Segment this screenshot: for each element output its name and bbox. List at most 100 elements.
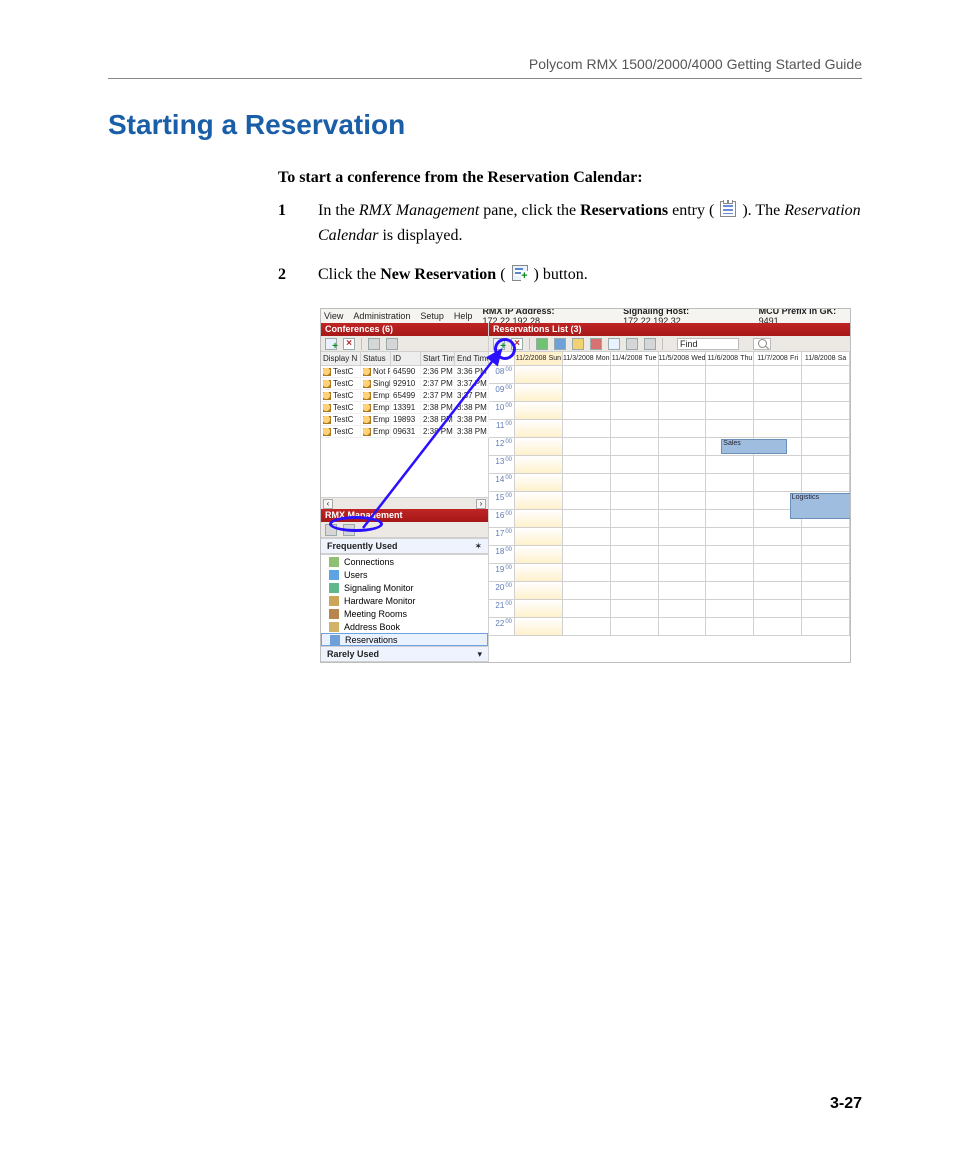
rare-used-header[interactable]: Rarely Used ▾ xyxy=(321,646,488,662)
sidebar-item-connections[interactable]: Connections xyxy=(321,555,488,568)
calendar-cell[interactable] xyxy=(754,402,802,420)
scroll-right-icon[interactable]: › xyxy=(476,499,486,509)
calendar-cell[interactable] xyxy=(659,582,707,600)
calendar-cell[interactable] xyxy=(563,438,611,456)
calendar-cell[interactable] xyxy=(802,420,850,438)
calendar-cell[interactable] xyxy=(611,384,659,402)
calendar-cell[interactable] xyxy=(611,474,659,492)
work-week-icon[interactable] xyxy=(572,338,584,350)
calendar-cell[interactable] xyxy=(515,564,563,582)
day-header[interactable]: 11/8/2008 Sa xyxy=(802,352,850,365)
col-id[interactable]: ID xyxy=(391,352,421,365)
calendar-cell[interactable] xyxy=(706,510,754,528)
calendar-cell[interactable] xyxy=(706,528,754,546)
calendar-cell[interactable] xyxy=(563,384,611,402)
calendar-cell[interactable] xyxy=(611,618,659,636)
sidebar-item-users[interactable]: Users xyxy=(321,568,488,581)
calendar-cell[interactable] xyxy=(611,528,659,546)
calendar-cell[interactable] xyxy=(611,366,659,384)
col-start[interactable]: Start Tim xyxy=(421,352,455,365)
calendar-cell[interactable] xyxy=(611,456,659,474)
menu-setup[interactable]: Setup xyxy=(420,311,444,321)
calendar-cell[interactable] xyxy=(659,420,707,438)
calendar-cell[interactable] xyxy=(563,618,611,636)
col-end[interactable]: End Time xyxy=(455,352,489,365)
sidebar-item-meeting-rooms[interactable]: Meeting Rooms xyxy=(321,607,488,620)
table-row[interactable]: TestCEmpt133912:38 PM3:38 PM xyxy=(321,402,488,414)
table-row[interactable]: TestCEmpt198932:38 PM3:38 PM xyxy=(321,414,488,426)
calendar-cell[interactable] xyxy=(706,582,754,600)
calendar-cell[interactable] xyxy=(802,582,850,600)
calendar-cell[interactable] xyxy=(515,384,563,402)
day-header[interactable]: 11/7/2008 Fri xyxy=(754,352,802,365)
calendar-cell[interactable] xyxy=(802,528,850,546)
calendar-cell[interactable] xyxy=(515,420,563,438)
calendar-cell[interactable] xyxy=(802,366,850,384)
calendar-cell[interactable] xyxy=(659,438,707,456)
new-conference-icon[interactable] xyxy=(325,338,337,350)
calendar-cell[interactable] xyxy=(563,564,611,582)
calendar-cell[interactable] xyxy=(515,510,563,528)
calendar-cell[interactable] xyxy=(563,456,611,474)
calendar-cell[interactable] xyxy=(754,474,802,492)
delete-reservation-icon[interactable] xyxy=(511,338,523,350)
toolbar-icon[interactable] xyxy=(386,338,398,350)
calendar-cell[interactable] xyxy=(611,420,659,438)
calendar-cell[interactable] xyxy=(802,402,850,420)
calendar-cell[interactable] xyxy=(754,546,802,564)
calendar-cell[interactable] xyxy=(802,564,850,582)
col-status[interactable]: Status xyxy=(361,352,391,365)
calendar-cell[interactable] xyxy=(706,600,754,618)
calendar-cell[interactable] xyxy=(802,600,850,618)
calendar-cell[interactable] xyxy=(802,546,850,564)
appointment[interactable]: Logistics xyxy=(790,493,850,519)
calendar-cell[interactable] xyxy=(611,402,659,420)
calendar-cell[interactable] xyxy=(563,492,611,510)
delete-conference-icon[interactable] xyxy=(343,338,355,350)
calendar-cell[interactable] xyxy=(659,456,707,474)
calendar-cell[interactable] xyxy=(706,456,754,474)
scroll-left-icon[interactable]: ‹ xyxy=(323,499,333,509)
calendar-cell[interactable] xyxy=(659,510,707,528)
calendar-cell[interactable] xyxy=(611,546,659,564)
calendar-cell[interactable] xyxy=(611,492,659,510)
calendar-cell[interactable] xyxy=(706,618,754,636)
calendar-cell[interactable] xyxy=(515,402,563,420)
table-row[interactable]: TestCEmpt654992:37 PM3:37 PM xyxy=(321,390,488,402)
sidebar-item-hardware-monitor[interactable]: Hardware Monitor xyxy=(321,594,488,607)
calendar-cell[interactable] xyxy=(563,528,611,546)
calendar-cell[interactable] xyxy=(706,402,754,420)
calendar-cell[interactable] xyxy=(706,420,754,438)
calendar-cell[interactable] xyxy=(706,492,754,510)
calendar-cell[interactable] xyxy=(754,618,802,636)
calendar-cell[interactable] xyxy=(611,564,659,582)
calendar-cell[interactable] xyxy=(563,402,611,420)
calendar-cell[interactable] xyxy=(563,546,611,564)
week-view-icon[interactable] xyxy=(554,338,566,350)
sidebar-item-reservations[interactable]: Reservations xyxy=(321,633,488,646)
calendar-cell[interactable] xyxy=(659,474,707,492)
calendar-cell[interactable] xyxy=(754,366,802,384)
month-view-icon[interactable] xyxy=(590,338,602,350)
col-name[interactable]: Display N xyxy=(321,352,361,365)
calendar-cell[interactable] xyxy=(659,492,707,510)
calendar-cell[interactable] xyxy=(802,456,850,474)
search-button[interactable] xyxy=(753,338,771,350)
calendar-cell[interactable] xyxy=(754,582,802,600)
calendar-cell[interactable] xyxy=(563,420,611,438)
freq-used-header[interactable]: Frequently Used ✶ xyxy=(321,538,488,554)
calendar-cell[interactable] xyxy=(659,402,707,420)
table-row[interactable]: TestCNot F645902:36 PM3:36 PM xyxy=(321,366,488,378)
menu-view[interactable]: View xyxy=(324,311,343,321)
calendar-cell[interactable] xyxy=(659,546,707,564)
calendar-cell[interactable] xyxy=(515,438,563,456)
find-box[interactable]: Find xyxy=(677,338,739,350)
day-header[interactable]: 11/5/2008 Wed xyxy=(659,352,707,365)
h-scrollbar[interactable]: ‹ › xyxy=(321,497,488,509)
day-header[interactable]: 11/4/2008 Tue xyxy=(611,352,659,365)
calendar-cell[interactable] xyxy=(563,582,611,600)
toolbar-icon[interactable] xyxy=(368,338,380,350)
calendar-cell[interactable] xyxy=(611,510,659,528)
calendar-cell[interactable] xyxy=(563,510,611,528)
calendar-cell[interactable] xyxy=(754,456,802,474)
